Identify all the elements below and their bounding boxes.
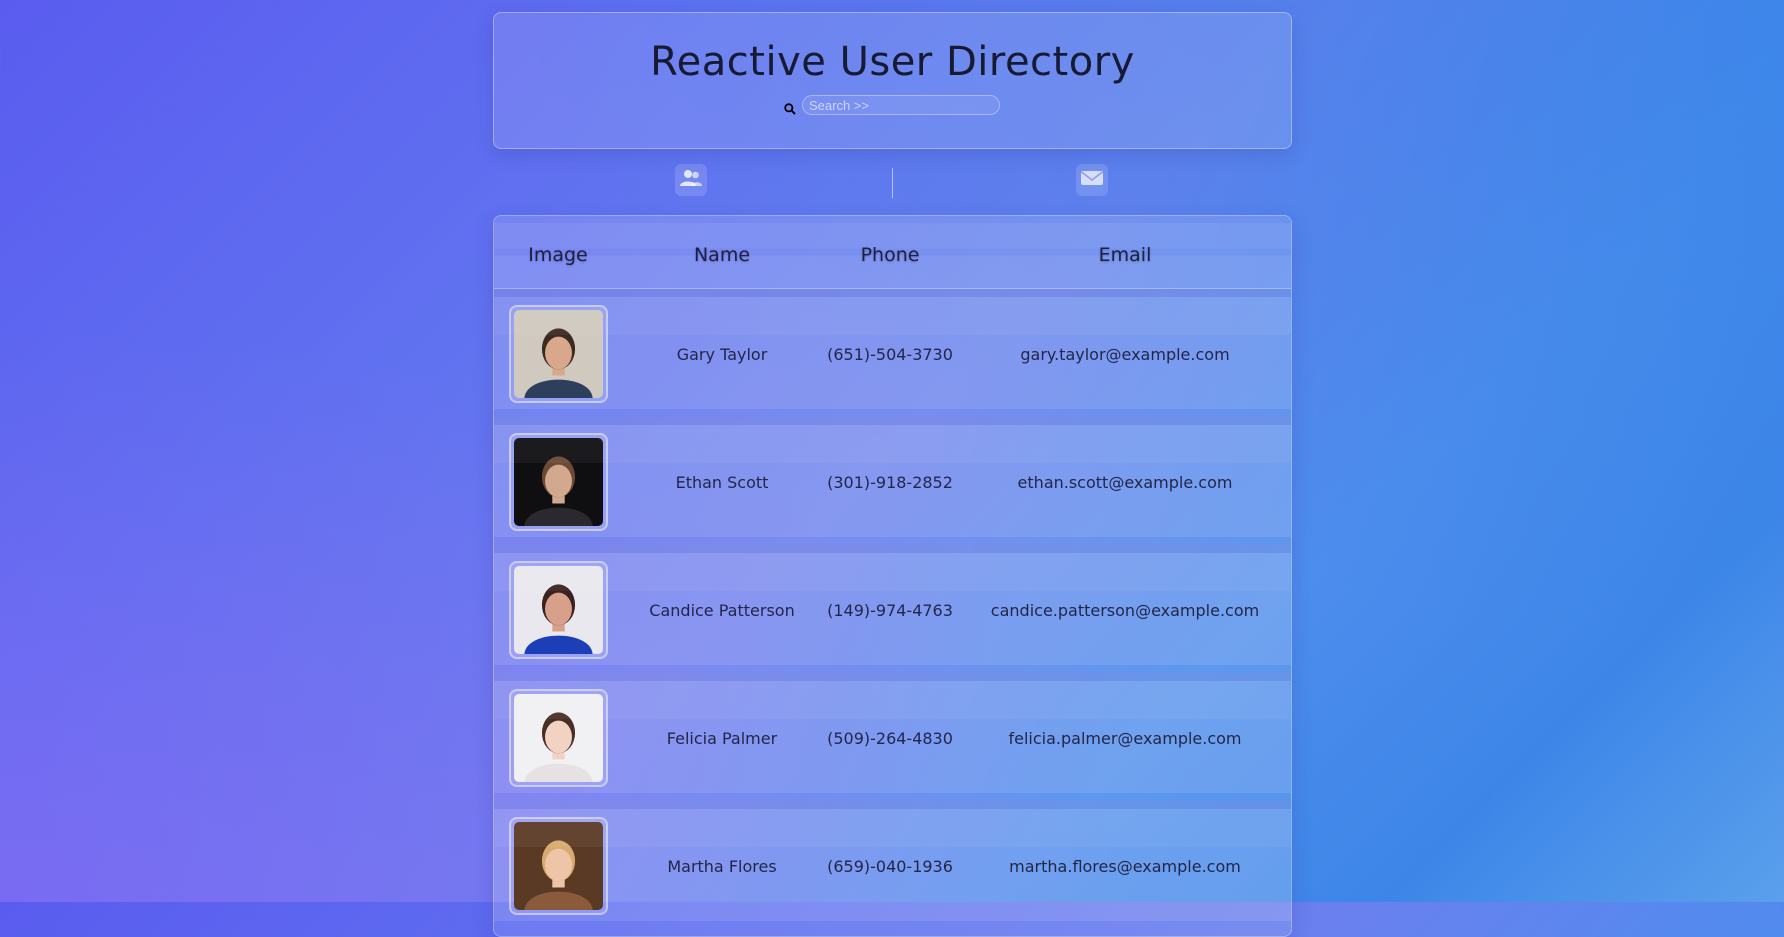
avatar-frame <box>509 689 608 787</box>
column-header-name: Name <box>693 244 751 266</box>
avatar <box>514 310 603 398</box>
users-icon <box>679 168 703 192</box>
user-phone: (651)-504-3730 <box>827 345 953 364</box>
avatar-frame <box>509 433 608 531</box>
page-title: Reactive User Directory <box>650 39 1135 85</box>
toggle-divider <box>892 168 893 198</box>
user-name: Candice Patterson <box>649 601 795 620</box>
user-name: Ethan Scott <box>675 473 769 492</box>
mail-view-button[interactable] <box>1076 164 1108 196</box>
user-phone: (301)-918-2852 <box>827 473 953 492</box>
table-row[interactable]: Gary Taylor (651)-504-3730 gary.taylor@e… <box>494 289 1291 409</box>
avatar <box>514 694 603 782</box>
avatar <box>514 566 603 654</box>
user-phone: (509)-264-4830 <box>827 729 953 748</box>
user-email: candice.patterson@example.com <box>990 601 1260 620</box>
avatar-frame <box>509 305 608 403</box>
user-email: martha.flores@example.com <box>1009 857 1241 876</box>
column-header-phone: Phone <box>860 244 920 266</box>
header-panel: Reactive User Directory <box>493 12 1292 149</box>
user-name: Martha Flores <box>667 857 777 876</box>
column-header-email: Email <box>1098 244 1152 266</box>
avatar <box>514 438 603 526</box>
mail-icon <box>1080 169 1104 191</box>
avatar <box>514 822 603 910</box>
user-phone: (149)-974-4763 <box>827 601 953 620</box>
user-email: ethan.scott@example.com <box>1017 473 1233 492</box>
search-icon <box>784 100 796 115</box>
user-email: gary.taylor@example.com <box>1020 345 1230 364</box>
column-header-image: Image <box>528 244 588 266</box>
user-name: Felicia Palmer <box>666 729 778 748</box>
user-email: felicia.palmer@example.com <box>1008 729 1242 748</box>
search-bar <box>784 95 1044 117</box>
users-view-button[interactable] <box>675 164 707 196</box>
table-row[interactable]: Ethan Scott (301)-918-2852 ethan.scott@e… <box>494 417 1291 537</box>
table-row[interactable]: Felicia Palmer (509)-264-4830 felicia.pa… <box>494 673 1291 793</box>
view-toggle <box>493 162 1292 202</box>
table-row[interactable]: Candice Patterson (149)-974-4763 candice… <box>494 545 1291 665</box>
user-table: Image Name Phone Email Gary Taylor (651)… <box>493 215 1292 937</box>
avatar-frame <box>509 561 608 659</box>
user-name: Gary Taylor <box>676 345 768 364</box>
table-row[interactable]: Martha Flores (659)-040-1936 martha.flor… <box>494 801 1291 921</box>
table-header: Image Name Phone Email <box>494 216 1291 289</box>
user-phone: (659)-040-1936 <box>827 857 953 876</box>
search-input[interactable] <box>802 95 1000 115</box>
avatar-frame <box>509 817 608 915</box>
